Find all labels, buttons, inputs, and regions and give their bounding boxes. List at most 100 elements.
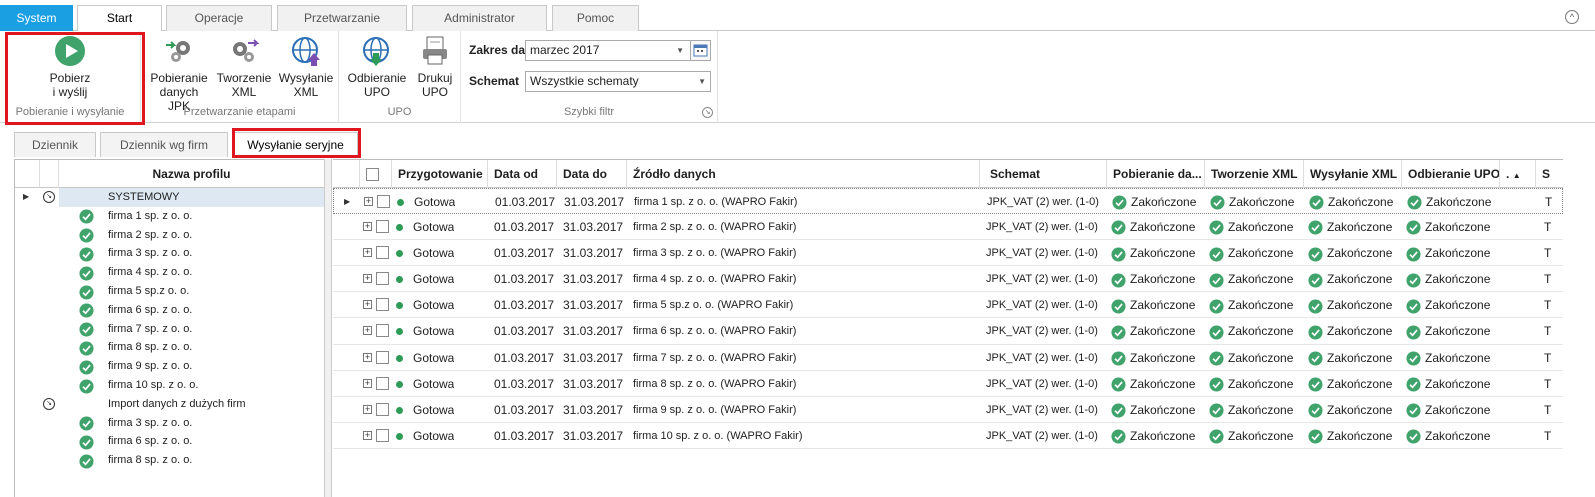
wysylanie-xml-button[interactable]: Wysyłanie XML bbox=[276, 35, 336, 99]
expand-row-icon[interactable]: + bbox=[363, 404, 372, 414]
cell-stage-o: Zakończone bbox=[1406, 266, 1490, 292]
profile-label: firma 3 sp. z o. o. bbox=[108, 247, 193, 260]
check-circle-icon bbox=[1209, 325, 1224, 340]
profile-item[interactable]: firma 1 sp. z o. o. bbox=[15, 207, 324, 226]
check-circle-icon bbox=[1209, 377, 1224, 392]
row-checkbox[interactable] bbox=[376, 350, 389, 364]
group-caption-2: Przetwarzanie etapami bbox=[183, 106, 296, 118]
check-circle-icon bbox=[1209, 246, 1224, 262]
profile-item[interactable]: firma 4 sp. z o. o. bbox=[15, 263, 324, 282]
row-checkbox[interactable] bbox=[376, 220, 389, 234]
table-row[interactable]: + Gotowa 01.03.2017 31.03.2017 firma 2 sp. z… bbox=[333, 214, 1563, 241]
table-row[interactable]: + Gotowa 01.03.2017 31.03.2017 firma 8 sp. z… bbox=[333, 371, 1563, 397]
collapse-ribbon-icon[interactable]: ^ bbox=[1565, 10, 1579, 24]
panel-splitter[interactable] bbox=[324, 159, 332, 497]
profile-item[interactable]: firma 3 sp. z o. o. bbox=[15, 244, 324, 263]
tab-dziennik-wg-firm[interactable]: Dziennik wg firm bbox=[100, 132, 228, 157]
schemat-select[interactable]: Wszystkie schematy ▼ bbox=[525, 71, 711, 92]
tab-system[interactable]: System bbox=[0, 5, 73, 31]
stage-status-label: Zakończone bbox=[1426, 195, 1492, 209]
tworzenie-xml-button[interactable]: Tworzenie XML bbox=[214, 35, 274, 99]
cell-od: 01.03.2017 bbox=[494, 402, 555, 417]
chevron-down-icon[interactable]: ▼ bbox=[698, 72, 706, 91]
col-data-do[interactable]: Data do bbox=[557, 160, 627, 188]
status-dot-icon bbox=[396, 302, 403, 310]
profile-group[interactable]: ▶ ↘ SYSTEMOWY bbox=[15, 188, 325, 207]
col-s[interactable]: S bbox=[1536, 160, 1563, 188]
row-checkbox[interactable] bbox=[376, 376, 389, 390]
table-row[interactable]: + Gotowa 01.03.2017 31.03.2017 firma 3 sp. z… bbox=[333, 240, 1563, 267]
col-tworzenie[interactable]: Tworzenie XML bbox=[1205, 160, 1304, 188]
profile-item[interactable]: firma 6 sp. z o. o. bbox=[15, 432, 324, 451]
expand-row-icon[interactable]: + bbox=[363, 248, 372, 258]
profile-item[interactable]: firma 9 sp. z o. o. bbox=[15, 357, 324, 376]
profile-item[interactable]: firma 3 sp. z o. o. bbox=[15, 414, 324, 433]
ribbon: Pobierz i wyślij Pobieranie i wysyłanie … bbox=[0, 31, 1595, 125]
expand-row-icon[interactable]: + bbox=[363, 352, 372, 362]
table-row[interactable]: + Gotowa 01.03.2017 31.03.2017 firma 4 sp. z… bbox=[333, 266, 1563, 293]
odbieranie-upo-button[interactable]: Odbieranie UPO bbox=[345, 35, 409, 99]
col-przygotowanie[interactable]: Przygotowanie bbox=[392, 160, 488, 188]
expand-row-icon[interactable]: + bbox=[363, 378, 372, 388]
tab-administrator[interactable]: Administrator bbox=[412, 5, 547, 31]
chevron-down-icon[interactable]: ▼ bbox=[676, 41, 684, 60]
table-row[interactable]: + Gotowa 01.03.2017 31.03.2017 firma 5 sp.z … bbox=[333, 292, 1563, 319]
row-checkbox[interactable] bbox=[376, 402, 389, 416]
col-data-od[interactable]: Data od bbox=[488, 160, 557, 188]
tab-pomoc[interactable]: Pomoc bbox=[552, 5, 639, 31]
group-expand-icon[interactable]: ↘ bbox=[43, 191, 55, 203]
table-row[interactable]: ▶ + Gotowa 01.03.2017 31.03.2017 firma 1 sp. … bbox=[333, 188, 1563, 215]
expand-row-icon[interactable]: + bbox=[363, 274, 372, 284]
expand-row-icon[interactable]: + bbox=[363, 430, 372, 440]
tab-przetwarzanie[interactable]: Przetwarzanie bbox=[277, 5, 407, 31]
col-wysylanie[interactable]: Wysyłanie XML bbox=[1304, 160, 1402, 188]
profile-item[interactable]: firma 6 sp. z o. o. bbox=[15, 301, 324, 320]
profile-list: ▶ ↘ SYSTEMOWY firma 1 sp. z o. o. firma 2 sp… bbox=[15, 188, 325, 470]
dialog-launcher-icon[interactable]: ↘ bbox=[702, 107, 713, 118]
calendar-icon[interactable] bbox=[690, 40, 711, 61]
row-checkbox[interactable] bbox=[376, 428, 389, 442]
profile-item[interactable]: firma 10 sp. z o. o. bbox=[15, 376, 324, 395]
group-expand-icon[interactable]: ↘ bbox=[43, 397, 55, 410]
col-sort[interactable]: . ▲ bbox=[1500, 160, 1536, 188]
stage-status-label: Zakończone bbox=[1228, 220, 1294, 235]
col-schemat[interactable]: Schemat bbox=[980, 160, 1107, 188]
profile-item[interactable]: firma 7 sp. z o. o. bbox=[15, 320, 324, 339]
expand-row-icon[interactable]: + bbox=[363, 222, 372, 232]
drukuj-upo-button[interactable]: Drukuj UPO bbox=[413, 35, 457, 99]
cell-stage-o: Zakończone bbox=[1407, 189, 1491, 215]
expand-row-icon[interactable]: + bbox=[364, 197, 373, 206]
check-circle-icon bbox=[1406, 220, 1421, 235]
stage-status-label: Zakończone bbox=[1228, 428, 1294, 443]
col-pobieranie[interactable]: Pobieranie da... bbox=[1107, 160, 1205, 188]
col-zrodlo-danych[interactable]: Źródło danych bbox=[627, 160, 980, 188]
tab-dziennik[interactable]: Dziennik bbox=[14, 132, 96, 157]
tab-start[interactable]: Start bbox=[77, 5, 162, 32]
check-circle-icon bbox=[1406, 325, 1421, 340]
col-odbieranie[interactable]: Odbieranie UPO bbox=[1402, 160, 1500, 188]
table-row[interactable]: + Gotowa 01.03.2017 31.03.2017 firma 6 sp. z… bbox=[333, 318, 1563, 345]
zakres-dat-input[interactable]: marzec 2017 ▼ bbox=[525, 40, 711, 61]
row-checkbox[interactable] bbox=[376, 246, 389, 260]
expand-row-icon[interactable]: + bbox=[363, 300, 372, 310]
row-checkbox[interactable] bbox=[377, 195, 390, 208]
status-dot-icon bbox=[396, 380, 403, 388]
pobieranie-jpk-button[interactable]: Pobieranie danych JPK bbox=[147, 35, 211, 113]
profile-label: firma 10 sp. z o. o. bbox=[108, 378, 199, 391]
select-all-cell[interactable] bbox=[360, 160, 392, 188]
table-row[interactable]: + Gotowa 01.03.2017 31.03.2017 firma 7 sp. z… bbox=[333, 345, 1563, 371]
profile-item[interactable]: firma 5 sp.z o. o. bbox=[15, 282, 324, 301]
tab-operacje[interactable]: Operacje bbox=[166, 5, 272, 31]
profile-item[interactable]: firma 8 sp. z o. o. bbox=[15, 338, 324, 357]
profile-group[interactable]: ↘ Import danych z dużych firm bbox=[15, 395, 324, 414]
row-checkbox[interactable] bbox=[376, 324, 389, 338]
check-circle-icon bbox=[1209, 403, 1224, 418]
row-checkbox[interactable] bbox=[376, 298, 389, 312]
profile-item[interactable]: firma 8 sp. z o. o. bbox=[15, 451, 324, 470]
row-checkbox[interactable] bbox=[376, 272, 389, 286]
expand-row-icon[interactable]: + bbox=[363, 326, 372, 336]
check-circle-icon bbox=[1406, 273, 1421, 288]
profile-item[interactable]: firma 2 sp. z o. o. bbox=[15, 226, 324, 245]
table-row[interactable]: + Gotowa 01.03.2017 31.03.2017 firma 9 sp. z… bbox=[333, 397, 1563, 423]
table-row[interactable]: + Gotowa 01.03.2017 31.03.2017 firma 10 sp. … bbox=[333, 423, 1563, 449]
